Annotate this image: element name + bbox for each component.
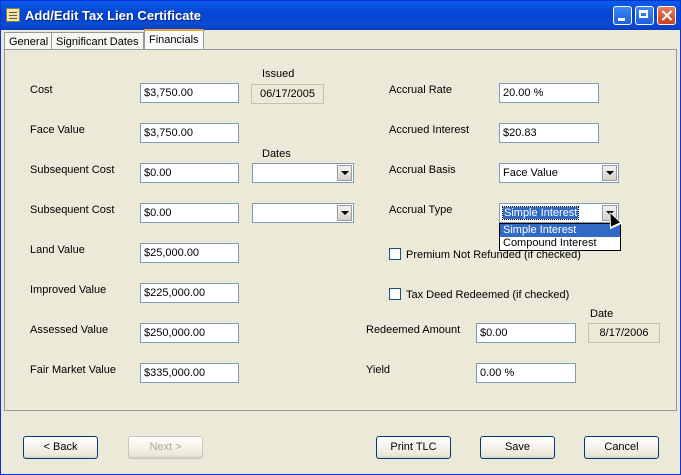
dates-label: Dates (262, 148, 291, 160)
next-button[interactable]: Next > (128, 436, 203, 459)
improved-value-field[interactable]: $225,000.00 (140, 283, 239, 303)
accrued-interest-field[interactable]: $20.83 (499, 123, 599, 143)
tax-deed-redeemed-label: Tax Deed Redeemed (if checked) (406, 289, 570, 301)
issued-date-field: 06/17/2005 (251, 84, 324, 104)
tab-significant-dates[interactable]: Significant Dates (51, 32, 144, 50)
face-value-label: Face Value (30, 124, 85, 136)
subsequent-cost-field-1[interactable]: $0.00 (140, 163, 239, 183)
accrual-type-dropdown-list: Simple Interest Compound Interest (499, 223, 621, 251)
premium-not-refunded-label: Premium Not Refunded (if checked) (406, 249, 581, 261)
redeemed-amount-label: Redeemed Amount (366, 324, 461, 336)
tab-general[interactable]: General (4, 32, 54, 50)
tax-deed-redeemed-checkbox[interactable] (389, 288, 401, 300)
accrual-basis-label: Accrual Basis (389, 164, 456, 176)
close-icon[interactable] (657, 6, 676, 25)
assessed-value-label: Assessed Value (30, 324, 109, 336)
land-value-field[interactable]: $25,000.00 (140, 243, 239, 263)
print-tlc-button[interactable]: Print TLC (376, 436, 451, 459)
save-button[interactable]: Save (480, 436, 555, 459)
yield-label: Yield (366, 364, 391, 376)
title-bar[interactable]: Add/Edit Tax Lien Certificate (1, 1, 680, 30)
subsequent-date-combo-1[interactable] (252, 163, 354, 183)
window-title: Add/Edit Tax Lien Certificate (25, 8, 202, 23)
redeemed-date-label: Date (590, 308, 614, 320)
chevron-down-icon[interactable] (337, 205, 352, 221)
accrual-type-combo[interactable]: Simple Interest (499, 203, 619, 223)
yield-field[interactable]: 0.00 % (476, 363, 576, 383)
cost-field[interactable]: $3,750.00 (140, 83, 239, 103)
accrual-basis-combo[interactable]: Face Value (499, 163, 619, 183)
back-button[interactable]: < Back (23, 436, 98, 459)
improved-value-label: Improved Value (30, 284, 107, 296)
accrual-rate-field[interactable]: 20.00 % (499, 83, 599, 103)
maximize-icon[interactable] (635, 6, 654, 25)
subsequent-cost-field-2[interactable]: $0.00 (140, 203, 239, 223)
fair-market-value-field[interactable]: $335,000.00 (140, 363, 239, 383)
accrual-rate-label: Accrual Rate (389, 84, 452, 96)
dialog-window: Add/Edit Tax Lien Certificate General Si… (0, 0, 681, 475)
land-value-label: Land Value (30, 244, 85, 256)
face-value-field[interactable]: $3,750.00 (140, 123, 239, 143)
fair-market-value-label: Fair Market Value (30, 364, 116, 376)
cancel-button[interactable]: Cancel (584, 436, 659, 459)
redeemed-date-field: 8/17/2006 (588, 323, 660, 343)
assessed-value-field[interactable]: $250,000.00 (140, 323, 239, 343)
chevron-down-icon[interactable] (337, 165, 352, 181)
tab-financials[interactable]: Financials (144, 29, 204, 50)
accrual-type-label: Accrual Type (389, 204, 453, 216)
subsequent-cost-label-2: Subsequent Cost (30, 204, 115, 216)
cost-label: Cost (30, 84, 53, 96)
dropdown-option-simple-interest[interactable]: Simple Interest (500, 224, 620, 237)
minimize-icon[interactable] (613, 6, 632, 25)
accrual-basis-value: Face Value (503, 167, 558, 179)
redeemed-amount-field[interactable]: $0.00 (476, 323, 576, 343)
app-icon (6, 8, 20, 22)
subsequent-cost-label-1: Subsequent Cost (30, 164, 115, 176)
chevron-down-icon[interactable] (602, 165, 617, 181)
issued-label: Issued (262, 68, 295, 80)
premium-not-refunded-checkbox[interactable] (389, 248, 401, 260)
accrued-interest-label: Accrued Interest (389, 124, 470, 136)
accrual-type-value: Simple Interest (501, 206, 580, 220)
subsequent-date-combo-2[interactable] (252, 203, 354, 223)
